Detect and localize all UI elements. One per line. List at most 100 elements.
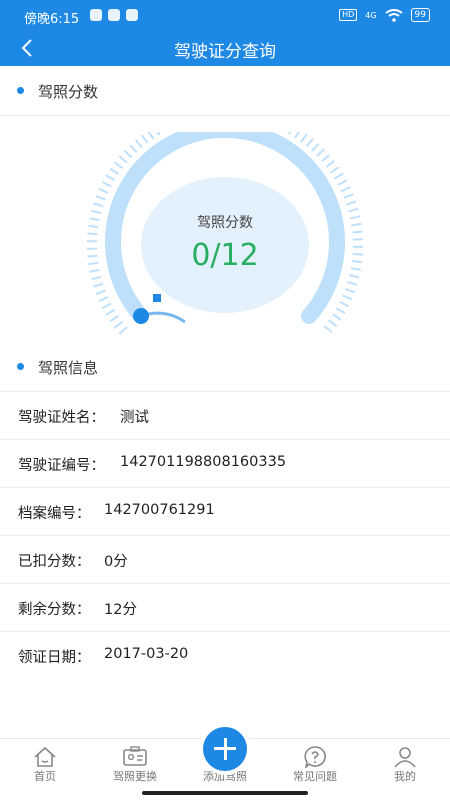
info-row-deducted: 已扣分数： 0分 [0, 536, 450, 584]
info-key: 档案编号： [18, 506, 91, 522]
gauge-tick [288, 132, 292, 135]
gauge-pointer [153, 294, 161, 302]
gauge-tick [339, 301, 350, 308]
gauge-tick [95, 195, 106, 201]
gauge-tick [95, 289, 106, 295]
hd-badge: HD [339, 9, 358, 21]
gauge-tick [129, 144, 138, 153]
tab-faq[interactable]: 常见问题 [270, 739, 360, 789]
gauge-tick [337, 179, 348, 186]
info-key: 剩余分数： [18, 602, 91, 618]
tab-label: 我的 [394, 770, 416, 783]
gauge-tick [109, 167, 119, 175]
gauge-tick [344, 287, 356, 294]
score-gauge [87, 132, 364, 335]
gauge-tick [109, 315, 119, 323]
info-value: 12分 [104, 602, 137, 618]
gauge-tick [118, 155, 128, 164]
gauge-tick [101, 302, 112, 309]
gauge-tick [113, 161, 124, 170]
info-key: 领证日期： [18, 650, 91, 666]
battery-icon: 99 [410, 8, 430, 22]
gauge-tick [305, 138, 314, 148]
tab-label: 常见问题 [293, 770, 337, 783]
info-value: 测试 [120, 410, 149, 426]
question-icon [304, 746, 326, 768]
gauge-tick [323, 325, 333, 333]
gauge-tick [343, 193, 354, 199]
info-section-header: 驾照信息 [0, 342, 450, 392]
wifi-icon [384, 8, 403, 22]
tab-mine[interactable]: 我的 [360, 739, 450, 789]
info-row-license-number: 驾驶证编号： 142701198808160335 [0, 440, 450, 488]
app-notification-icon [126, 9, 138, 21]
gauge-tick [330, 166, 340, 174]
info-key: 已扣分数： [18, 554, 91, 570]
gauge-tick [325, 160, 335, 168]
download-icon [108, 9, 120, 21]
gauge-tick [93, 282, 104, 288]
tab-home[interactable]: 首页 [0, 739, 90, 789]
page-title: 驾驶证分查询 [174, 42, 276, 62]
home-indicator [142, 791, 308, 795]
info-value: 2017-03-20 [104, 646, 189, 662]
info-key: 驾驶证编号： [18, 458, 105, 474]
gauge-tick [98, 296, 109, 303]
gauge-tick [105, 174, 116, 182]
gauge-start-dot [133, 308, 149, 324]
gauge-tick [140, 134, 149, 144]
tab-label: 首页 [34, 770, 56, 783]
status-bar: 傍晚6:15 HD 4G 99 [0, 0, 450, 32]
gauge-tick [93, 202, 104, 208]
info-section-title: 驾照信息 [38, 359, 99, 377]
id-card-icon [123, 746, 147, 766]
gauge-label: 驾照分数 [197, 215, 253, 231]
info-row-file-number: 档案编号： 142700761291 [0, 488, 450, 536]
info-value: 142701198808160335 [120, 454, 287, 470]
info-row-name: 驾驶证姓名： 测试 [0, 392, 450, 440]
gauge-tick [91, 275, 102, 281]
shield-icon [90, 9, 102, 21]
gauge-tick [105, 308, 116, 316]
gauge-tick [346, 200, 357, 206]
info-value: 0分 [104, 554, 128, 570]
gauge-value: 0/12 [191, 238, 259, 273]
gauge-tick [342, 294, 353, 301]
score-section-title: 驾照分数 [38, 83, 99, 101]
bullet-dot [17, 87, 24, 94]
gauge-tick [118, 326, 128, 335]
info-row-remaining: 剩余分数： 12分 [0, 584, 450, 632]
gauge-tick [316, 148, 325, 157]
tab-label: 驾照更换 [113, 770, 157, 783]
gauge-tick [349, 274, 360, 279]
gauge-tick [340, 186, 351, 193]
gauge-tick [300, 133, 308, 143]
status-time: 傍晚6:15 [24, 12, 80, 27]
gauge-tick [294, 132, 301, 139]
user-icon [394, 747, 416, 768]
status-right: HD 4G 99 [339, 8, 430, 22]
gauge-tick [156, 132, 161, 136]
gauge-tick [123, 149, 133, 159]
gauge-tick [335, 307, 346, 315]
info-key: 驾驶证姓名： [18, 410, 105, 426]
home-icon [34, 746, 56, 767]
gauge-tick [333, 172, 344, 180]
network-label: 4G [365, 10, 377, 20]
score-section-header: 驾照分数 [0, 66, 450, 116]
gauge-tick [311, 143, 320, 152]
gauge-tick [321, 154, 331, 163]
gauge-tick [113, 320, 124, 329]
tab-license-change[interactable]: 驾照更换 [90, 739, 180, 789]
info-value: 142700761291 [104, 502, 215, 518]
add-license-button[interactable] [203, 727, 247, 771]
gauge-tick [134, 139, 143, 149]
info-row-issue-date: 领证日期： 2017-03-20 [0, 632, 450, 680]
gauge-tick [147, 132, 155, 140]
bullet-dot [17, 363, 24, 370]
gauge-tick [98, 187, 109, 194]
notification-icons [90, 9, 138, 21]
gauge-tick [87, 232, 98, 236]
gauge-tick [347, 281, 358, 286]
app-bar: 驾驶证分查询 [0, 32, 450, 66]
